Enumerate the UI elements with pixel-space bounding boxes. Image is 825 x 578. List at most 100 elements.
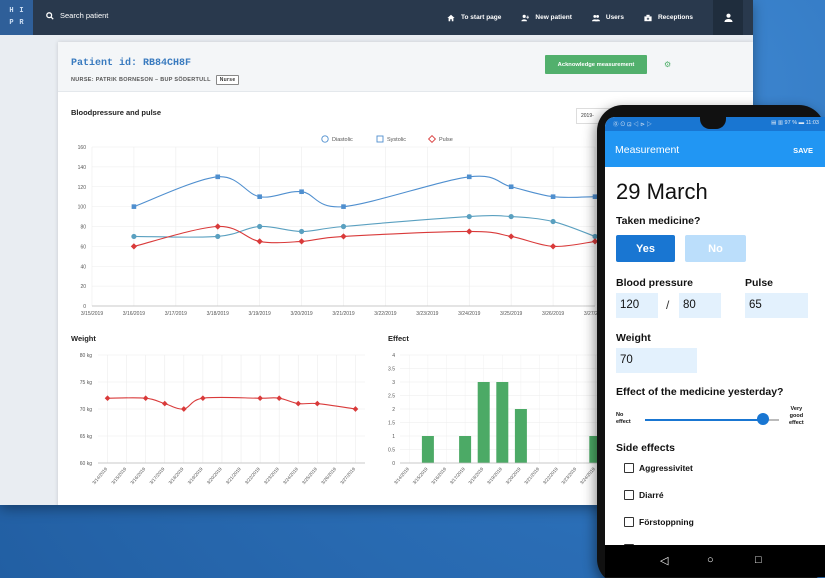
user-menu-button[interactable] — [713, 0, 743, 35]
y-tick-label: 1 — [392, 434, 395, 440]
data-point — [508, 233, 515, 240]
effect-slider-thumb[interactable] — [756, 413, 769, 425]
y-tick-label: 0 — [83, 304, 86, 310]
y-tick-label: 70 kg — [80, 407, 92, 413]
data-point — [466, 174, 472, 180]
x-tick-label: 3/23/2019 — [416, 311, 438, 317]
x-tick-label: 3/22/2019 — [542, 466, 559, 485]
x-tick-label: 3/21/2019 — [523, 466, 540, 485]
x-tick-label: 3/17/2019 — [149, 466, 166, 485]
nav-new-patient[interactable]: New patient — [521, 14, 572, 22]
yes-button[interactable]: Yes — [616, 235, 675, 262]
data-point — [214, 223, 221, 230]
x-tick-label: 3/20/2019 — [206, 466, 223, 485]
effect-chart: 0 0.5 1 1.5 2 2.5 3 3.5 4 3/14/2019 3/15/2019 3/16/… — [388, 353, 600, 485]
data-point — [550, 218, 556, 225]
side-effect-checkbox[interactable]: Förstoppning — [624, 517, 694, 527]
y-tick-label: 40 — [80, 264, 86, 270]
very-good-line: Very — [790, 406, 803, 412]
status-icons-left: ⓪ ⊙ ⊡ ◁ ⊳ ▷ — [613, 122, 652, 128]
legend-label: Pulse — [439, 137, 453, 143]
nav-users[interactable]: Users — [591, 14, 624, 22]
status-bar: ⓪ ⊙ ⊡ ◁ ⊳ ▷ ▤ ▥ 97 % ▬ 11:03 — [605, 117, 825, 131]
no-effect-label: No effect — [616, 412, 631, 426]
hipr-logo[interactable]: H I P R — [0, 0, 33, 35]
data-point — [550, 194, 556, 199]
series-line-diastolic — [133, 175, 596, 208]
data-point — [298, 228, 305, 235]
nav-receptions[interactable]: Receptions — [644, 14, 693, 22]
y-tick-label: 20 — [80, 284, 86, 290]
data-point — [508, 184, 514, 190]
weight-label: Weight — [616, 332, 651, 344]
user-icon — [723, 13, 733, 22]
nav-label: To start page — [461, 14, 502, 21]
phone-screen: ⓪ ⊙ ⊡ ◁ ⊳ ▷ ▤ ▥ 97 % ▬ 11:03 Measurement… — [605, 117, 825, 577]
data-point — [314, 400, 321, 407]
home-circle-icon[interactable]: ○ — [707, 554, 714, 566]
data-point — [257, 223, 263, 230]
users-icon — [591, 14, 600, 21]
x-tick-label: 3/15/2019 — [81, 311, 103, 317]
systolic-input[interactable]: 120 — [616, 293, 658, 318]
save-button[interactable]: SAVE — [793, 146, 813, 155]
search-patient[interactable]: Search patient — [46, 11, 108, 20]
effect-bar — [459, 436, 472, 463]
side-effect-checkbox[interactable]: Aggressivitet — [624, 463, 693, 473]
weight-input[interactable]: 70 — [616, 348, 697, 373]
very-good-effect-label: Very good effect — [789, 406, 804, 427]
data-point — [276, 395, 283, 402]
back-icon[interactable]: ◁ — [660, 554, 668, 567]
x-tick-label: 3/22/2019 — [374, 311, 396, 317]
nav-start-page[interactable]: To start page — [447, 14, 501, 22]
pulse-input[interactable]: 65 — [745, 293, 808, 318]
y-tick-label: 60 kg — [80, 461, 92, 467]
x-tick-label: 3/17/2019 — [449, 466, 466, 485]
recents-icon[interactable]: □ — [755, 554, 762, 566]
logo-letter: P — [9, 19, 14, 27]
data-point — [299, 189, 304, 195]
home-icon — [447, 14, 455, 21]
status-icons-right: ▤ ▥ 97 % ▬ 11:03 — [771, 120, 819, 126]
data-point — [131, 204, 137, 209]
side-effect-checkbox[interactable]: Diarré — [624, 490, 664, 500]
acknowledge-button[interactable]: Acknowledge measurement — [545, 55, 647, 74]
y-tick-label: 0 — [392, 461, 395, 467]
checkbox-label: Förstoppning — [639, 517, 694, 527]
weight-chart-title: Weight — [71, 334, 96, 343]
x-tick-label: 3/24/2019 — [282, 466, 299, 485]
data-point — [161, 400, 168, 407]
y-tick-label: 80 kg — [80, 353, 92, 359]
no-effect-line: effect — [616, 419, 631, 425]
legend-marker — [376, 135, 384, 143]
no-button[interactable]: No — [685, 235, 746, 262]
data-point — [257, 395, 263, 402]
blood-pressure-label: Blood pressure — [616, 277, 694, 289]
data-point — [352, 406, 359, 412]
x-tick-label: 3/25/2019 — [500, 311, 522, 317]
checkbox-box[interactable] — [624, 463, 634, 473]
y-tick-label: 80 — [80, 225, 86, 231]
checkbox-box[interactable] — [624, 490, 634, 500]
diastolic-input[interactable]: 80 — [679, 293, 721, 318]
app-title: Measurement — [615, 144, 680, 156]
effect-bar — [514, 409, 527, 463]
logo-letter: R — [19, 19, 24, 27]
nurse-name: NURSE: PATRIK BORNESON – BUP SÖDERTULL — [71, 77, 211, 83]
data-point — [180, 406, 187, 412]
bp-chart: 0 20 40 60 80 100 120 140 160 3/15/2019 3/16/2019 3… — [78, 134, 600, 317]
data-point — [508, 213, 514, 220]
settings-gear-icon[interactable]: ⚙ — [664, 60, 671, 69]
data-point — [341, 204, 346, 209]
x-tick-label: 3/25/2019 — [301, 466, 318, 485]
legend-label: Systolic — [387, 137, 406, 143]
nurse-tag: Nurse — [215, 75, 240, 85]
x-tick-label: 3/20/2019 — [290, 311, 312, 317]
effect-chart-title: Effect — [388, 334, 409, 343]
weight-chart: 60 kg 65 kg 70 kg 75 kg 80 kg 3/14/2019 3/15/2… — [80, 353, 365, 485]
checkbox-box[interactable] — [624, 517, 634, 527]
nav-label: New patient — [535, 14, 572, 21]
logo-letter: H — [9, 7, 14, 15]
x-tick-label: 3/16/2019 — [123, 311, 145, 317]
effect-slider-fill — [645, 419, 763, 421]
